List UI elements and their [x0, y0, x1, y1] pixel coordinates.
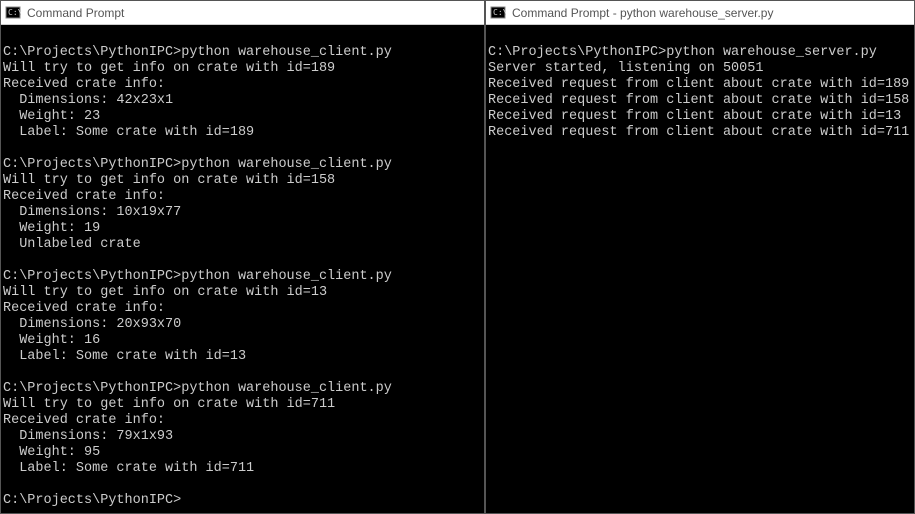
cmd-icon: C:\ — [490, 5, 506, 21]
svg-text:C:\: C:\ — [493, 8, 506, 17]
right-titlebar[interactable]: C:\ Command Prompt - python warehouse_se… — [486, 1, 914, 25]
left-titlebar[interactable]: C:\ Command Prompt — [1, 1, 484, 25]
left-terminal-content[interactable]: C:\Projects\PythonIPC>python warehouse_c… — [1, 25, 484, 513]
left-terminal-window: C:\ Command Prompt C:\Projects\PythonIPC… — [0, 0, 485, 514]
right-terminal-content[interactable]: C:\Projects\PythonIPC>python warehouse_s… — [486, 25, 914, 513]
cmd-icon: C:\ — [5, 5, 21, 21]
left-window-title: Command Prompt — [27, 6, 124, 20]
right-terminal-window: C:\ Command Prompt - python warehouse_se… — [485, 0, 915, 514]
svg-text:C:\: C:\ — [8, 8, 21, 17]
right-window-title: Command Prompt - python warehouse_server… — [512, 6, 773, 20]
